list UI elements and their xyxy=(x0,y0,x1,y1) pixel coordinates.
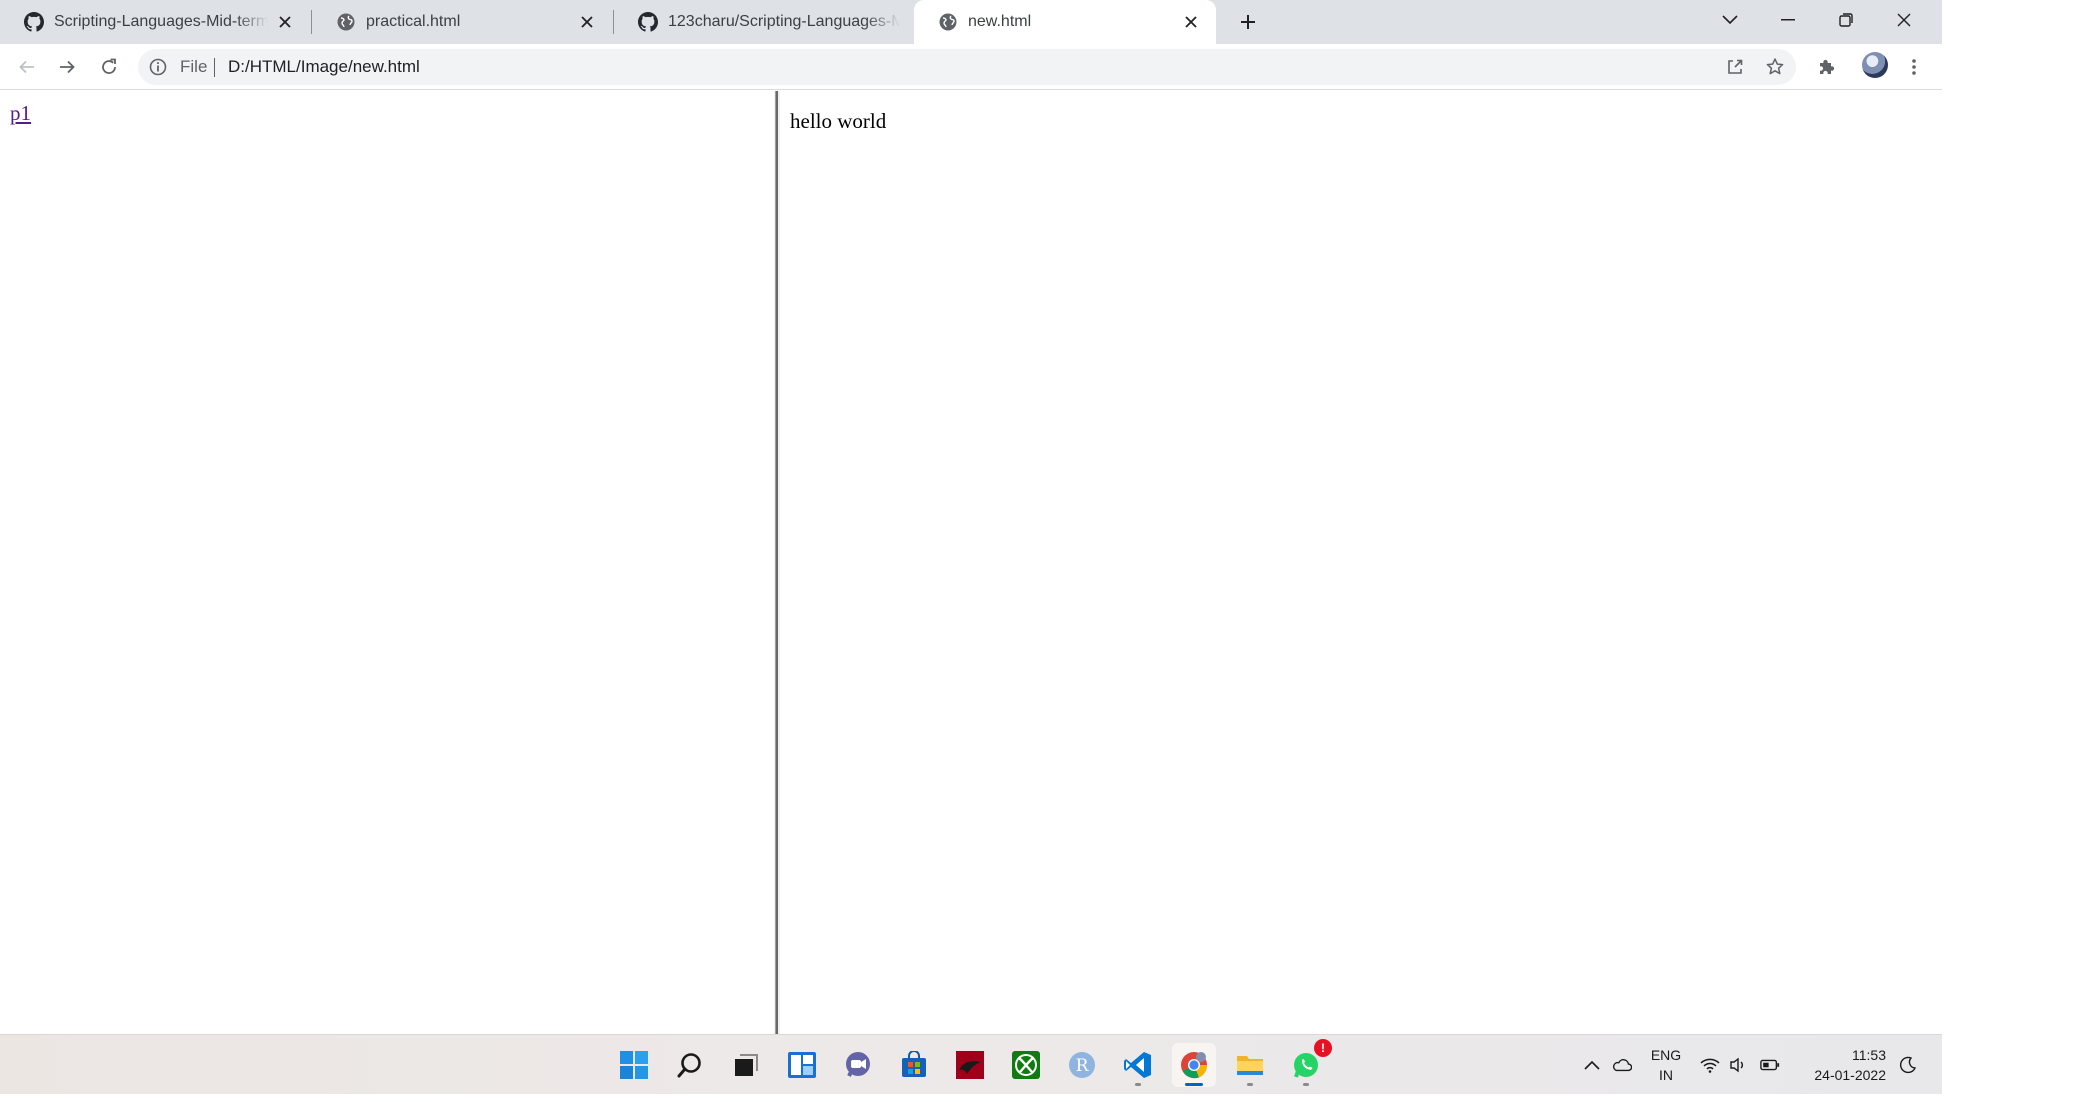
clock-date: 24-01-2022 xyxy=(1814,1067,1886,1083)
reload-button[interactable] xyxy=(94,52,124,82)
p1-link[interactable]: p1 xyxy=(10,101,31,126)
ruby-app-icon[interactable] xyxy=(948,1043,992,1087)
focus-moon-icon[interactable] xyxy=(1898,1055,1918,1075)
tab-search-button[interactable] xyxy=(1702,0,1758,40)
windows-taskbar: R ! ENG IN 11:53 24-01-2022 xyxy=(0,1034,1942,1094)
menu-kebab-icon[interactable] xyxy=(1900,53,1928,81)
running-indicator xyxy=(1247,1083,1253,1086)
whatsapp-icon[interactable]: ! xyxy=(1284,1039,1332,1087)
address-bar[interactable]: File D:/HTML/Image/new.html xyxy=(138,49,1796,85)
onedrive-cloud-icon[interactable] xyxy=(1612,1055,1632,1075)
info-icon[interactable] xyxy=(148,57,168,77)
widgets-icon[interactable] xyxy=(780,1043,824,1087)
xbox-icon[interactable] xyxy=(1004,1043,1048,1087)
bookmark-star-icon[interactable] xyxy=(1764,56,1786,78)
notification-badge: ! xyxy=(1314,1039,1332,1057)
forward-button[interactable] xyxy=(52,52,82,82)
url-text[interactable]: D:/HTML/Image/new.html xyxy=(228,57,420,77)
left-frame: p1 xyxy=(0,91,774,1034)
globe-icon xyxy=(336,12,356,32)
region-code: IN xyxy=(1659,1067,1673,1083)
globe-icon xyxy=(938,12,958,32)
task-view-icon[interactable] xyxy=(724,1043,768,1087)
clock[interactable]: 11:53 24-01-2022 xyxy=(1796,1045,1886,1085)
minimize-button[interactable] xyxy=(1760,0,1816,40)
profile-avatar[interactable] xyxy=(1862,52,1888,78)
volume-icon[interactable] xyxy=(1728,1055,1748,1075)
share-icon[interactable] xyxy=(1724,56,1746,78)
tab-strip: Scripting-Languages-Mid-term-P practical… xyxy=(0,0,1942,44)
extensions-puzzle-icon[interactable] xyxy=(1812,53,1840,81)
close-icon[interactable] xyxy=(1180,11,1202,33)
tab-title: Scripting-Languages-Mid-term-P xyxy=(54,13,268,30)
new-tab-button[interactable] xyxy=(1234,8,1262,36)
tab-title: practical.html xyxy=(366,13,461,30)
svg-text:R: R xyxy=(1076,1056,1090,1076)
tab-practical[interactable]: practical.html xyxy=(312,0,612,44)
windows-start-icon[interactable] xyxy=(612,1043,656,1087)
restore-button[interactable] xyxy=(1818,0,1874,40)
browser-window: Scripting-Languages-Mid-term-P practical… xyxy=(0,0,1942,1034)
scheme-label: File xyxy=(180,57,208,76)
microsoft-store-icon[interactable] xyxy=(892,1043,936,1087)
toolbar: File D:/HTML/Image/new.html xyxy=(0,44,1942,90)
vscode-icon[interactable] xyxy=(1116,1043,1160,1087)
tab-github-midterm[interactable]: Scripting-Languages-Mid-term-P xyxy=(0,0,310,44)
file-explorer-icon[interactable] xyxy=(1228,1043,1272,1087)
github-icon xyxy=(638,12,658,32)
tab-github-123charu[interactable]: 123charu/Scripting-Languages-M xyxy=(614,0,914,44)
running-indicator xyxy=(1303,1083,1309,1086)
tab-title: 123charu/Scripting-Languages-M xyxy=(668,13,900,30)
battery-icon[interactable] xyxy=(1760,1055,1780,1075)
close-icon[interactable] xyxy=(274,11,296,33)
tab-title: new.html xyxy=(968,13,1032,30)
language-indicator[interactable]: ENG IN xyxy=(1646,1045,1686,1085)
chrome-icon[interactable] xyxy=(1172,1043,1216,1087)
r-app-icon[interactable]: R xyxy=(1060,1043,1104,1087)
close-icon[interactable] xyxy=(576,11,598,33)
language-code: ENG xyxy=(1650,1047,1682,1063)
page-content: p1 hello world xyxy=(0,91,1942,1034)
close-window-button[interactable] xyxy=(1876,0,1932,40)
running-indicator xyxy=(1135,1083,1141,1086)
search-icon[interactable] xyxy=(668,1043,712,1087)
active-indicator xyxy=(1185,1083,1203,1086)
back-button[interactable] xyxy=(12,52,42,82)
right-frame: hello world xyxy=(780,91,1942,1034)
teams-chat-icon[interactable] xyxy=(836,1043,880,1087)
screen: Scripting-Languages-Mid-term-P practical… xyxy=(0,0,2076,1102)
github-icon xyxy=(24,12,44,32)
hello-world-text: hello world xyxy=(790,109,887,133)
omnibox-divider xyxy=(214,58,215,77)
tab-new-html[interactable]: new.html xyxy=(914,0,1216,44)
clock-time: 11:53 xyxy=(1852,1047,1886,1063)
chevron-up-icon[interactable] xyxy=(1582,1055,1602,1075)
wifi-icon[interactable] xyxy=(1700,1055,1720,1075)
